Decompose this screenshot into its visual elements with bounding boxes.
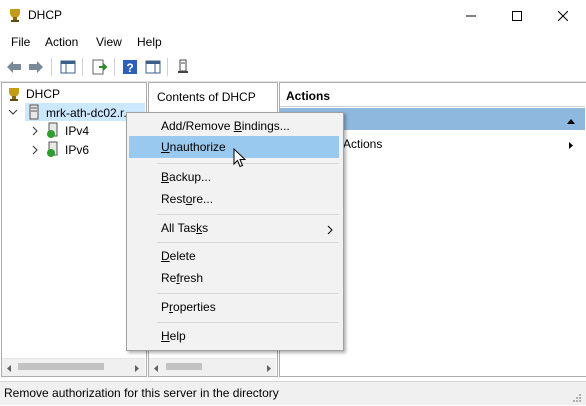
server-icon[interactable]: [173, 57, 193, 77]
scroll-right-icon[interactable]: [265, 362, 273, 376]
scroll-left-icon[interactable]: [5, 362, 13, 376]
toolbar: [0, 53, 586, 82]
submenu-arrow-icon: [327, 224, 333, 238]
tree-scroll-thumb[interactable]: [18, 363, 104, 370]
ctx-all-tasks[interactable]: All Tasks: [161, 221, 208, 235]
tree-ipv6-label[interactable]: IPv6: [65, 143, 89, 157]
toolbar-separator: [82, 58, 83, 76]
submenu-arrow-icon: [568, 139, 574, 153]
ctx-unauthorize[interactable]: Unauthorize: [161, 140, 226, 154]
maximize-button[interactable]: [494, 0, 540, 31]
ipv4-scope-icon: [46, 122, 60, 141]
ctx-refresh[interactable]: Refresh: [161, 271, 203, 285]
scroll-left-icon[interactable]: [152, 362, 160, 376]
show-hide-console-tree-icon[interactable]: [58, 57, 78, 77]
menu-help[interactable]: Help: [137, 35, 162, 49]
ctx-properties[interactable]: Properties: [161, 300, 216, 314]
ctx-backup[interactable]: Backup...: [161, 170, 211, 184]
ctx-separator: [157, 242, 339, 243]
chevron-down-icon[interactable]: [8, 106, 18, 120]
toolbar-separator: [51, 58, 52, 76]
server-node-icon: [28, 104, 40, 123]
menu-action[interactable]: Action: [45, 35, 78, 49]
window-title: DHCP: [28, 8, 63, 22]
toolbar-separator: [114, 58, 115, 76]
ctx-separator: [157, 322, 339, 323]
tree-server-label[interactable]: mrk-ath-dc02.r...: [46, 106, 133, 120]
results-column-header[interactable]: Contents of DHCP: [157, 90, 256, 104]
toolbar-separator: [167, 58, 168, 76]
chevron-right-icon[interactable]: [30, 125, 40, 139]
status-text: Remove authorization for this server in …: [4, 386, 279, 400]
ctx-separator: [157, 214, 339, 215]
show-hide-action-pane-icon[interactable]: [143, 57, 163, 77]
help-icon[interactable]: ?: [120, 57, 140, 77]
svg-text:?: ?: [126, 61, 133, 75]
ipv6-scope-icon: [46, 141, 60, 160]
ctx-separator: [157, 293, 339, 294]
back-arrow-icon[interactable]: [4, 57, 24, 77]
menu-view[interactable]: View: [96, 35, 122, 49]
forward-arrow-icon[interactable]: [26, 57, 46, 77]
menu-file[interactable]: File: [11, 35, 30, 49]
minimize-button[interactable]: [448, 0, 494, 31]
scroll-right-icon[interactable]: [133, 362, 141, 376]
collapse-up-icon[interactable]: [566, 114, 576, 128]
ctx-restore[interactable]: Restore...: [161, 192, 213, 206]
dhcp-root-icon: [6, 86, 22, 105]
chevron-right-icon[interactable]: [30, 144, 40, 158]
actions-header: Actions: [286, 89, 331, 103]
ctx-separator: [157, 163, 339, 164]
tree-ipv4-label[interactable]: IPv4: [65, 124, 89, 138]
actions-more-actions[interactable]: Actions: [343, 137, 382, 151]
close-button[interactable]: [540, 0, 586, 31]
mouse-cursor-icon: [233, 147, 247, 171]
dhcp-app-icon: [7, 7, 23, 26]
results-scroll-thumb[interactable]: [166, 363, 202, 370]
ctx-add-remove-bindings[interactable]: Add/Remove Bindings...: [161, 119, 290, 133]
tree-root-label[interactable]: DHCP: [26, 87, 60, 101]
ctx-help[interactable]: Help: [161, 329, 186, 343]
ctx-delete[interactable]: Delete: [161, 249, 196, 263]
export-list-icon[interactable]: [89, 57, 109, 77]
menu-bar: [0, 31, 586, 53]
